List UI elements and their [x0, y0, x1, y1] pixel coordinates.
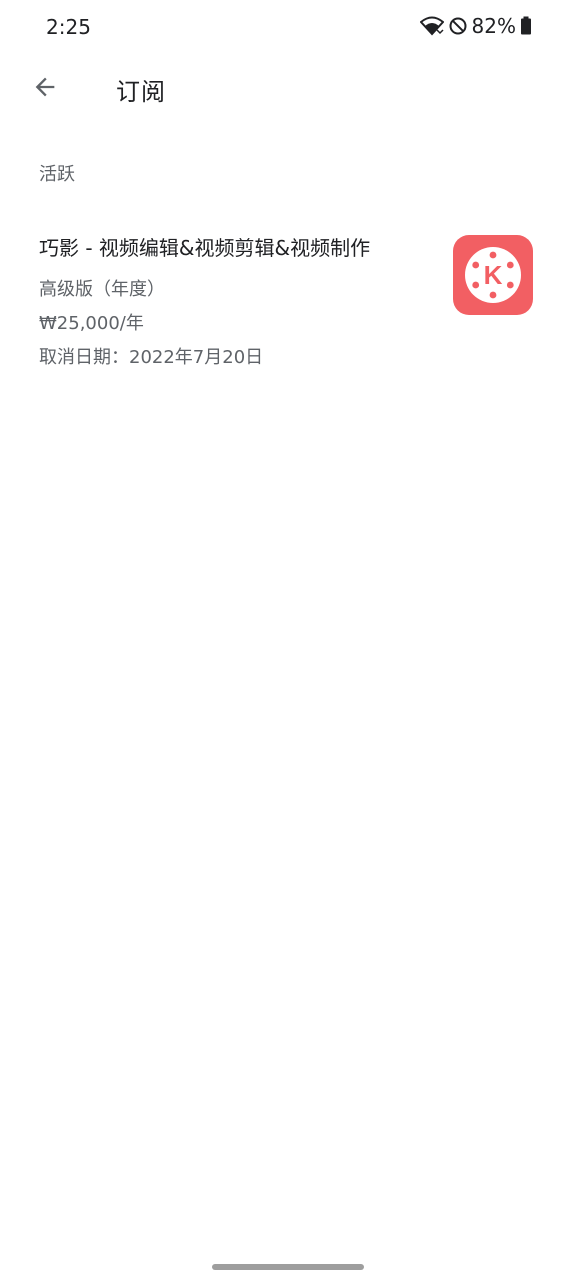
- app-bar: 订阅: [0, 56, 576, 120]
- page-title: 订阅: [116, 78, 166, 106]
- section-header-active: 活跃: [39, 164, 75, 185]
- arrow-back-icon: [31, 73, 59, 105]
- battery-icon: [520, 16, 532, 36]
- subscription-item[interactable]: 巧影 - 视频编辑&视频剪辑&视频制作 高级版（年度） ₩25,000/年 取消…: [0, 222, 576, 382]
- status-time: 2:25: [46, 15, 91, 39]
- status-icons: 82%: [419, 14, 532, 38]
- wifi-icon: [419, 16, 444, 36]
- gesture-nav-bar[interactable]: [212, 1264, 364, 1270]
- subscription-cancel-date: 取消日期：2022年7月20日: [39, 347, 264, 368]
- kinemaster-app-icon: K: [453, 235, 533, 315]
- back-button[interactable]: [22, 66, 68, 112]
- subscription-price: ₩25,000/年: [39, 313, 144, 334]
- do-not-disturb-icon: [448, 16, 468, 36]
- app-icon-letter: K: [484, 260, 503, 290]
- battery-percent: 82%: [471, 14, 516, 38]
- subscription-plan: 高级版（年度）: [39, 279, 165, 300]
- status-bar: 2:25 82%: [0, 0, 576, 56]
- subscription-app-name: 巧影 - 视频编辑&视频剪辑&视频制作: [39, 236, 371, 260]
